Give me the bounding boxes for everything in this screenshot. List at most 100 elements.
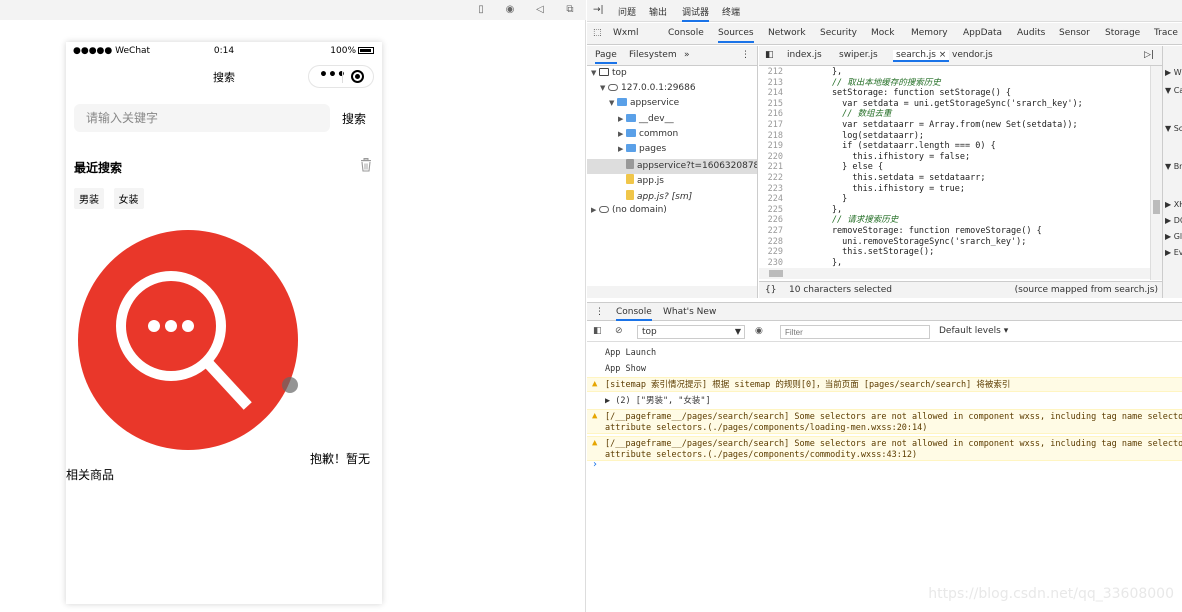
code-line[interactable]: 220 this.ifhistory = false; (759, 152, 1162, 163)
console-prompt[interactable]: › (593, 459, 597, 470)
line-number[interactable]: 219 (759, 141, 783, 152)
tab-audits[interactable]: Audits (1017, 28, 1045, 38)
tree-item[interactable]: ▶ (no domain) (587, 205, 757, 220)
tree-item[interactable]: appservice?t=1606320878544 (587, 159, 757, 175)
tab-storage[interactable]: Storage (1105, 28, 1140, 38)
line-number[interactable]: 216 (759, 109, 783, 120)
tab-sources[interactable]: Sources (718, 28, 754, 43)
debugger-section[interactable]: ▶ Gl (1165, 232, 1182, 241)
tab-whats-new[interactable]: What's New (663, 307, 716, 317)
code-line[interactable]: 219 if (setdataarr.length === 0) { (759, 141, 1162, 152)
line-number[interactable]: 218 (759, 131, 783, 142)
scroll-thumb[interactable] (769, 270, 783, 277)
code-line[interactable]: 228 uni.removeStorageSync('srarch_key'); (759, 237, 1162, 248)
console-warning[interactable]: ▲ [sitemap 索引情况提示] 根据 sitemap 的规则[0]，当前页面… (587, 377, 1182, 392)
expand-arrow-icon[interactable]: ▼ (609, 99, 617, 107)
line-number[interactable]: 227 (759, 226, 783, 237)
expand-arrow-icon[interactable]: ▼ (600, 84, 608, 92)
debugger-section[interactable]: ▶ Ev (1165, 248, 1182, 257)
debugger-section[interactable]: ▶ DO (1165, 216, 1182, 225)
source-map-link[interactable]: (source mapped from search.js) (1015, 285, 1158, 295)
pretty-print-icon[interactable]: {} (765, 285, 776, 295)
more-tabs-icon[interactable]: » (684, 50, 690, 60)
expand-arrow-icon[interactable]: ▶ (618, 130, 626, 138)
code-line[interactable]: 227 removeStorage: function removeStorag… (759, 226, 1162, 237)
code-editor[interactable]: 212 }, 213 // 取出本地缓存的搜索历史 214 setStorage: … (759, 66, 1162, 280)
tree-item[interactable]: ▶ common (587, 128, 757, 144)
tab-security[interactable]: Security (820, 28, 857, 38)
line-number[interactable]: 213 (759, 78, 783, 89)
console-log[interactable]: ▶ (2) ["男装", "女装"] (587, 394, 1182, 409)
code-line[interactable]: 226 // 请求搜索历史 (759, 215, 1162, 226)
tree-scrollbar[interactable] (587, 286, 758, 298)
tab-appdata[interactable]: AppData (963, 28, 1002, 38)
line-number[interactable]: 220 (759, 152, 783, 163)
line-number[interactable]: 221 (759, 162, 783, 173)
line-number[interactable]: 217 (759, 120, 783, 131)
line-number[interactable]: 215 (759, 99, 783, 110)
code-line[interactable]: 221 } else { (759, 162, 1162, 173)
log-levels-dropdown[interactable]: Default levels ▾ (939, 326, 1008, 336)
console-log[interactable]: App Show (587, 362, 1182, 377)
debugger-section[interactable]: ▼ Sc (1165, 124, 1182, 133)
file-tab[interactable]: swiper.js (839, 50, 878, 60)
search-input[interactable] (74, 104, 330, 132)
file-tab[interactable]: vendor.js (952, 50, 993, 60)
search-button[interactable]: 搜索 (342, 110, 366, 127)
line-number[interactable]: 226 (759, 215, 783, 226)
window-icon[interactable]: ⧉ (563, 3, 577, 17)
tab-trace[interactable]: Trace (1154, 28, 1178, 38)
line-number[interactable]: 214 (759, 88, 783, 99)
code-line[interactable]: 230 }, (759, 258, 1162, 269)
context-selector[interactable]: top ▼ (637, 325, 745, 339)
expand-arrow-icon[interactable]: ▶ (591, 206, 599, 214)
line-number[interactable]: 228 (759, 237, 783, 248)
line-number[interactable]: 229 (759, 247, 783, 258)
editor-hscrollbar[interactable] (759, 268, 1150, 279)
line-number[interactable]: 225 (759, 205, 783, 216)
tab-filesystem[interactable]: Filesystem (629, 50, 677, 60)
tab-problems[interactable]: 问题 (618, 5, 636, 18)
code-line[interactable]: 217 var setdataarr = Array.from(new Set(… (759, 120, 1162, 131)
code-line[interactable]: 229 this.setStorage(); (759, 247, 1162, 258)
expand-arrow-icon[interactable]: ▶ (618, 145, 626, 153)
expand-arrow-icon[interactable]: ▶ (618, 115, 626, 123)
code-line[interactable]: 212 }, (759, 67, 1162, 78)
debugger-section[interactable]: ▶ W (1165, 68, 1182, 77)
editor-vscrollbar[interactable] (1150, 66, 1162, 280)
console-log[interactable]: App Launch (587, 346, 1182, 361)
tab-sensor[interactable]: Sensor (1059, 28, 1090, 38)
panel-toggle-icon[interactable]: →| (593, 5, 604, 15)
tab-page[interactable]: Page (595, 50, 617, 64)
tree-item[interactable]: ▼ 127.0.0.1:29686 (587, 83, 757, 98)
clear-console-icon[interactable]: ⊘ (615, 326, 623, 336)
volume-icon[interactable]: ◁ (533, 3, 547, 17)
code-line[interactable]: 213 // 取出本地缓存的搜索历史 (759, 78, 1162, 89)
code-line[interactable]: 223 this.ifhistory = true; (759, 184, 1162, 195)
record-icon[interactable]: ◉ (503, 3, 517, 17)
tree-item[interactable]: app.js? [sm] (587, 189, 757, 205)
trash-icon[interactable] (360, 158, 372, 172)
close-miniprogram-icon[interactable] (351, 70, 364, 83)
drawer-menu-icon[interactable]: ⋮ (595, 307, 604, 317)
tab-memory[interactable]: Memory (911, 28, 948, 38)
tab-debugger[interactable]: 调试器 (682, 5, 710, 22)
sidebar-toggle-icon[interactable]: ◧ (593, 326, 602, 336)
console-warning[interactable]: ▲ [/__pageframe__/pages/search/search] So… (587, 436, 1182, 461)
debugger-section[interactable]: ▼ Ca (1165, 86, 1182, 95)
code-line[interactable]: 222 this.setdata = setdataarr; (759, 173, 1162, 184)
toggle-navigator-icon[interactable]: ◧ (765, 50, 774, 60)
tree-item[interactable]: app.js (587, 174, 757, 189)
toggle-debugger-icon[interactable]: ▷| (1144, 50, 1154, 60)
debugger-section[interactable]: ▼ Br (1165, 162, 1182, 171)
code-line[interactable]: 224 } (759, 194, 1162, 205)
code-line[interactable]: 214 setStorage: function setStorage() { (759, 88, 1162, 99)
line-number[interactable]: 222 (759, 173, 783, 184)
line-number[interactable]: 223 (759, 184, 783, 195)
phone-icon[interactable]: ▯ (474, 3, 488, 17)
tab-network[interactable]: Network (768, 28, 806, 38)
code-line[interactable]: 215 var setdata = uni.getStorageSync('sr… (759, 99, 1162, 110)
tree-item[interactable]: ▶ __dev__ (587, 113, 757, 129)
kebab-menu-icon[interactable]: ⋮ (741, 50, 750, 60)
tab-console-drawer[interactable]: Console (616, 307, 652, 321)
